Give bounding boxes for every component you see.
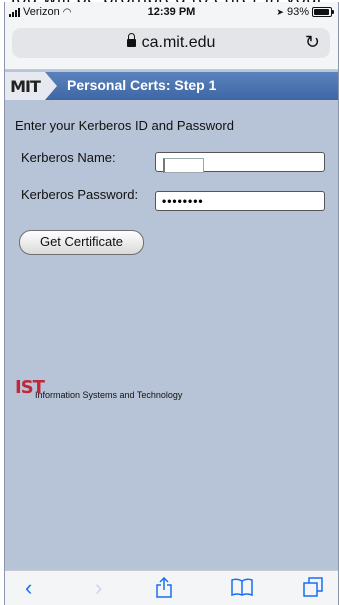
autofill-indicator — [163, 158, 204, 173]
header-arrow — [45, 72, 57, 100]
address-bar-area: ca.mit.edu ↻ — [5, 22, 338, 70]
status-right: ➤ 93% — [276, 6, 334, 18]
mit-logo: MIT — [5, 72, 45, 100]
bottom-toolbar: ‹ › — [5, 570, 338, 605]
url-text: ca.mit.edu — [141, 34, 216, 51]
forward-chevron-icon[interactable]: › — [95, 577, 102, 599]
lock-icon — [126, 33, 136, 47]
location-icon: ➤ — [276, 6, 284, 17]
mit-logo-text: MIT — [10, 76, 41, 96]
page-header: MIT Personal Certs: Step 1 — [5, 72, 338, 100]
ist-org-name: Information Systems and Technology — [35, 390, 183, 400]
phone-frame: Verizon ◠ 12:39 PM ➤ 93% ca.mit.edu ↻ MI… — [4, 2, 339, 605]
form-intro: Enter your Kerberos ID and Password — [15, 118, 234, 133]
get-certificate-button[interactable]: Get Certificate — [19, 230, 144, 255]
tabs-icon[interactable] — [303, 577, 323, 601]
address-bar[interactable]: ca.mit.edu ↻ — [12, 28, 330, 58]
bookmarks-icon[interactable] — [231, 577, 253, 601]
status-bar: Verizon ◠ 12:39 PM ➤ 93% — [5, 2, 338, 22]
kerberos-name-label: Kerberos Name: — [21, 150, 116, 165]
page-title: Personal Certs: Step 1 — [67, 77, 217, 93]
reload-icon[interactable]: ↻ — [305, 32, 320, 53]
kerberos-password-field[interactable]: •••••••• — [155, 191, 325, 211]
share-icon[interactable] — [155, 576, 173, 604]
battery-icon — [312, 7, 334, 17]
back-chevron-icon[interactable]: ‹ — [25, 577, 32, 599]
battery-percent: 93% — [286, 6, 309, 18]
url-display[interactable]: ca.mit.edu — [12, 33, 330, 52]
kerberos-password-label: Kerberos Password: — [21, 187, 139, 202]
